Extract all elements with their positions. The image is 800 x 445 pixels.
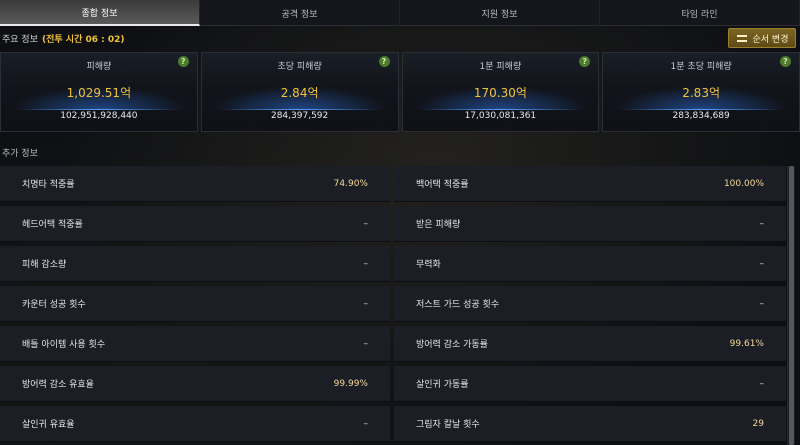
- stat-row: 방어력 감소 유효율 99.99%: [0, 366, 390, 402]
- card-label: 피해량: [86, 62, 112, 72]
- card-divider: [221, 109, 378, 110]
- extra-info-header: 추가 정보: [2, 149, 38, 159]
- stat-label: 살인귀 가동률: [416, 380, 469, 390]
- stat-value: –: [759, 218, 765, 229]
- stat-row: 무력화 –: [394, 246, 786, 282]
- summary-cards: 피해량 ? 1,029.51억 102,951,928,440 초당 피해량 ?…: [0, 52, 800, 132]
- card-raw-value: 102,951,928,440: [60, 111, 138, 121]
- tab-support[interactable]: 지원 정보: [400, 0, 600, 26]
- stat-label: 방어력 감소 가동률: [416, 340, 488, 350]
- stat-row: 살인귀 유효율 –: [0, 406, 390, 442]
- swap-icon: [736, 33, 748, 43]
- stat-row: 카운터 성공 횟수 –: [0, 286, 390, 322]
- tab-timeline[interactable]: 타임 라인: [600, 0, 800, 26]
- stat-label: 치명타 적중률: [22, 180, 75, 190]
- help-icon[interactable]: ?: [378, 56, 390, 67]
- stat-value: –: [363, 218, 369, 229]
- stat-label: 그림자 칼날 횟수: [416, 420, 480, 430]
- tab-attack[interactable]: 공격 정보: [200, 0, 400, 26]
- card-value: 170.30억: [473, 86, 527, 100]
- stat-label: 저스트 가드 성공 횟수: [416, 300, 500, 310]
- order-change-button[interactable]: 순서 변경: [728, 28, 796, 48]
- help-icon[interactable]: ?: [780, 56, 791, 67]
- stat-label: 백어택 적중률: [416, 180, 469, 190]
- stat-row: 치명타 적중률 74.90%: [0, 166, 390, 202]
- summary-card-dps: 초당 피해량 ? 2.84억 284,397,592: [200, 52, 399, 132]
- stat-row: 배틀 아이템 사용 횟수 –: [0, 326, 390, 362]
- stat-value: –: [363, 418, 369, 429]
- stat-row: 저스트 가드 성공 횟수 –: [394, 286, 786, 322]
- card-divider: [422, 109, 579, 110]
- stat-row: 헤드어택 적중률 –: [0, 206, 390, 242]
- main-info-header: 주요 정보 (전투 시간 06 : 02): [2, 31, 125, 45]
- stat-value: 99.61%: [729, 338, 764, 349]
- stat-value: 29: [752, 418, 764, 429]
- tab-bar: 종합 정보 공격 정보 지원 정보 타임 라인: [0, 0, 800, 26]
- card-value: 2.84억: [280, 86, 319, 100]
- scrollbar[interactable]: [787, 166, 795, 445]
- card-label: 초당 피해량: [277, 62, 322, 72]
- stat-label: 피해 감소량: [22, 260, 67, 270]
- battle-time: (전투 시간 06 : 02): [41, 34, 125, 45]
- stat-value: 100.00%: [723, 178, 764, 189]
- stat-row: 받은 피해량 –: [394, 206, 786, 242]
- stat-label: 무력화: [416, 260, 441, 270]
- stat-value: –: [759, 258, 765, 269]
- stat-value: –: [759, 298, 765, 309]
- stat-row: 방어력 감소 가동률 99.61%: [394, 326, 786, 362]
- stat-value: –: [363, 338, 369, 349]
- stat-value: –: [363, 298, 369, 309]
- stat-row: 피해 감소량 –: [0, 246, 390, 282]
- summary-card-1min-damage: 1분 피해량 ? 170.30억 17,030,081,361: [401, 52, 600, 132]
- help-icon[interactable]: ?: [177, 56, 189, 67]
- stats-panel: 치명타 적중률 74.90% 백어택 적중률 100.00% 헤드어택 적중률 – 받은 피…: [0, 166, 786, 445]
- card-value: 2.83억: [682, 86, 720, 100]
- stat-label: 살인귀 유효율: [22, 420, 75, 430]
- stat-row: 백어택 적중률 100.00%: [394, 166, 786, 202]
- stat-label: 배틀 아이템 사용 횟수: [22, 340, 106, 350]
- main-info-label: 주요 정보: [2, 34, 38, 45]
- stat-label: 방어력 감소 유효율: [22, 380, 94, 390]
- tab-summary[interactable]: 종합 정보: [0, 0, 200, 26]
- card-raw-value: 284,397,592: [270, 111, 329, 121]
- stat-value: 74.90%: [333, 178, 368, 189]
- stat-row: 살인귀 가동률 –: [394, 366, 786, 402]
- card-label: 1분 피해량: [479, 62, 522, 72]
- card-value: 1,029.51억: [66, 86, 132, 100]
- card-divider: [21, 109, 177, 110]
- stat-label: 받은 피해량: [416, 220, 461, 230]
- stat-value: –: [363, 258, 369, 269]
- scrollbar-thumb[interactable]: [789, 166, 794, 445]
- summary-card-1min-dps: 1분 초당 피해량 ? 2.83억 283,834,689: [602, 52, 800, 132]
- stat-value: 99.99%: [333, 378, 368, 389]
- stat-label: 카운터 성공 횟수: [22, 300, 86, 310]
- card-raw-value: 17,030,081,361: [464, 111, 537, 121]
- stat-value: –: [759, 378, 765, 389]
- card-raw-value: 283,834,689: [672, 111, 730, 121]
- stat-row: 그림자 칼날 횟수 29: [394, 406, 786, 442]
- card-divider: [623, 109, 779, 110]
- stat-label: 헤드어택 적중률: [22, 220, 83, 230]
- card-label: 1분 초당 피해량: [670, 62, 732, 72]
- order-change-label: 순서 변경: [752, 34, 789, 45]
- summary-card-damage: 피해량 ? 1,029.51억 102,951,928,440: [0, 52, 198, 132]
